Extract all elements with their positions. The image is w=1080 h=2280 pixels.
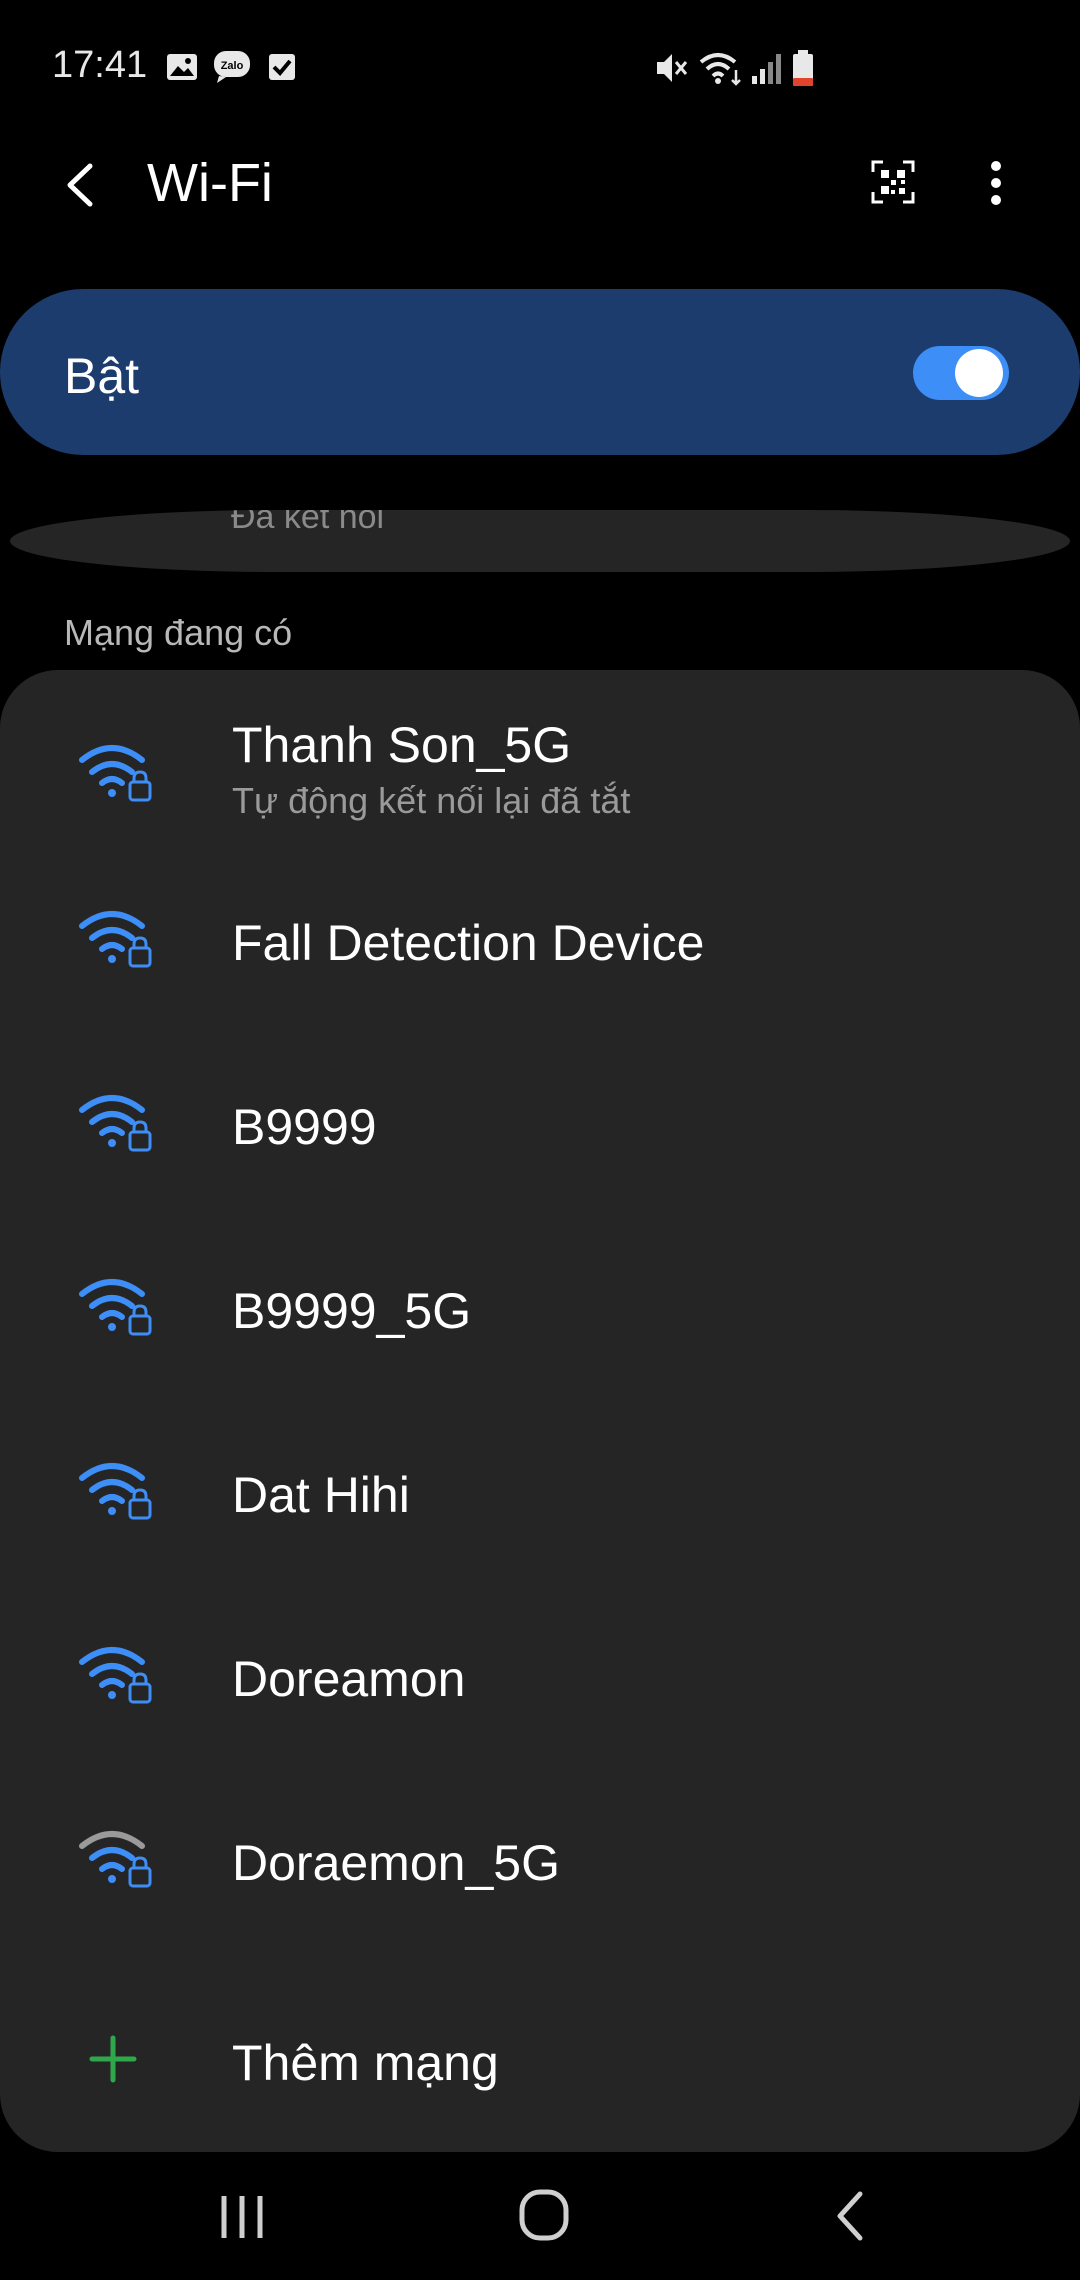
connected-network-card[interactable]: Đã kết nối (10, 510, 1070, 572)
network-item[interactable]: Thanh Son_5G Tự động kết nối lại đã tắt (0, 670, 1080, 854)
more-vertical-icon[interactable] (984, 160, 1008, 206)
wifi-master-switch-label: Bật (64, 348, 140, 404)
battery-icon (793, 50, 813, 86)
network-name: Dat Hihi (232, 1467, 410, 1523)
mute-icon (657, 54, 688, 82)
wifi-lock-icon (79, 1647, 152, 1704)
svg-text:Zalo: Zalo (221, 60, 244, 72)
network-item[interactable]: Doreamon (0, 1590, 1080, 1774)
recent-apps-icon[interactable] (218, 2192, 266, 2242)
home-icon[interactable] (518, 2188, 570, 2242)
network-subtitle: Tự động kết nối lại đã tắt (232, 780, 631, 821)
network-name: Doreamon (232, 1651, 466, 1707)
status-clock: 17:41 (52, 44, 148, 86)
network-item[interactable]: Doraemon_5G (0, 1774, 1080, 1958)
network-name: Thanh Son_5G (232, 717, 572, 773)
network-item[interactable]: Fall Detection Device (0, 854, 1080, 1038)
add-network-button[interactable]: Thêm mạng (232, 2034, 499, 2092)
wifi-lock-icon (79, 1279, 152, 1336)
wifi-lock-icon (79, 1463, 152, 1520)
wifi-lock-icon (79, 1831, 152, 1888)
back-icon[interactable] (832, 2190, 868, 2242)
back-arrow-icon[interactable] (60, 160, 100, 210)
network-item[interactable]: Dat Hihi (0, 1406, 1080, 1590)
network-name: Doraemon_5G (232, 1835, 560, 1891)
network-name: Fall Detection Device (232, 915, 705, 971)
network-name: B9999 (232, 1099, 377, 1155)
wifi-signal-icon (699, 53, 741, 86)
network-name: B9999_5G (232, 1283, 472, 1339)
wifi-lock-icon (79, 745, 152, 802)
networks-list: Thanh Son_5G Tự động kết nối lại đã tắt … (0, 670, 1080, 2152)
page-title: Wi-Fi (147, 153, 273, 213)
network-item[interactable]: B9999_5G (0, 1222, 1080, 1406)
plus-icon[interactable] (88, 2034, 138, 2084)
checkbox-notification-icon (269, 54, 295, 80)
wifi-toggle-thumb (955, 349, 1003, 397)
network-item[interactable]: B9999 (0, 1038, 1080, 1222)
connected-status: Đã kết nối (231, 510, 385, 536)
cell-signal-icon (752, 54, 781, 84)
status-bar: 17:41 Zalo (0, 0, 1080, 130)
wifi-lock-icon (79, 1095, 152, 1152)
available-networks-header: Mạng đang có (64, 612, 293, 653)
qr-scan-icon[interactable] (871, 160, 915, 204)
wifi-lock-icon (79, 911, 152, 968)
zalo-icon: Zalo (214, 51, 250, 83)
image-notification-icon (167, 54, 197, 80)
